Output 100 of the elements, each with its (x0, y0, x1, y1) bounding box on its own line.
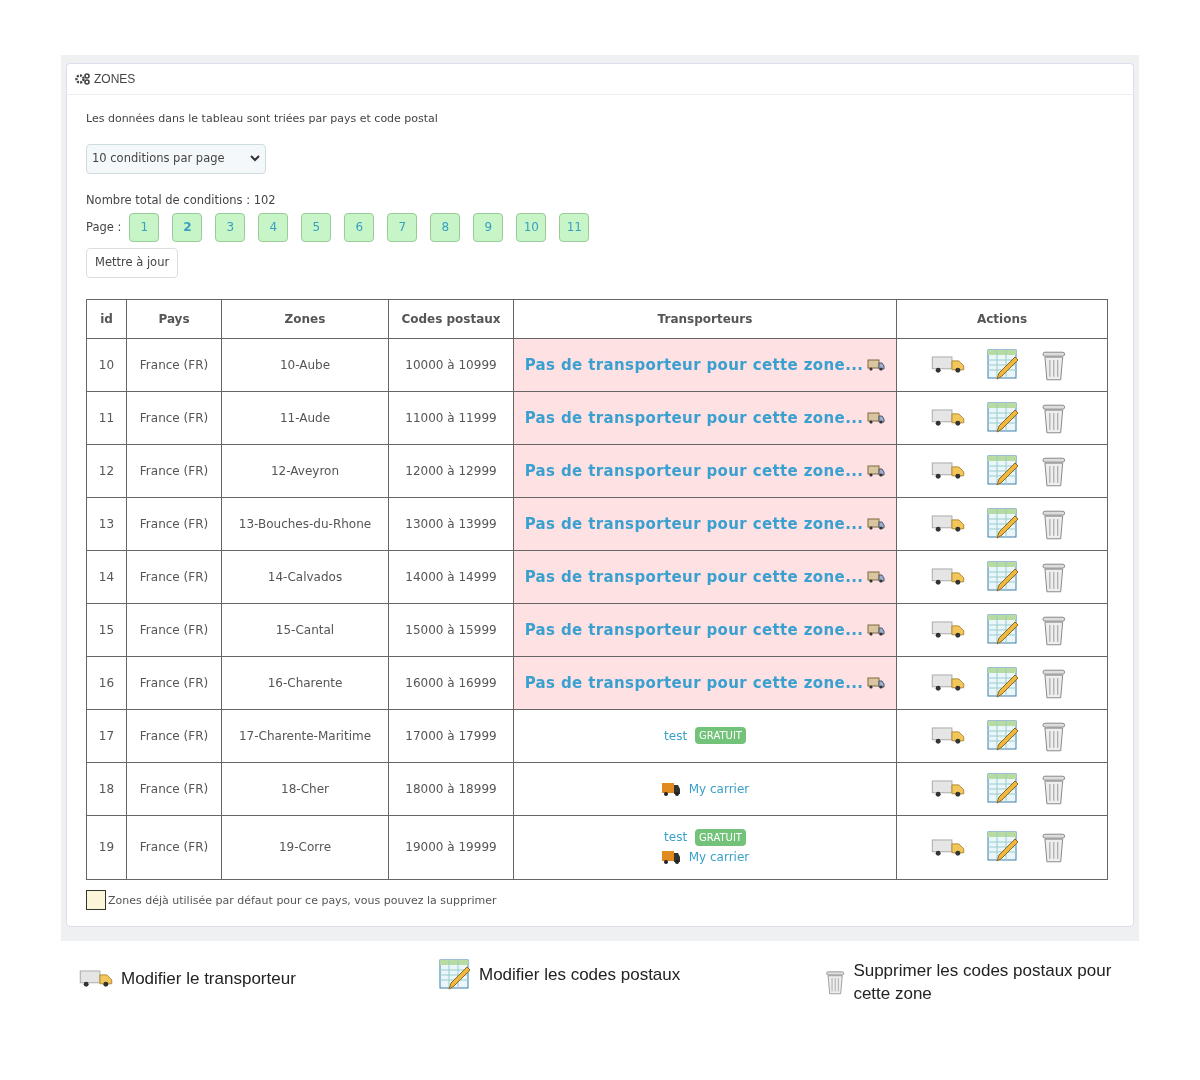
page-button[interactable]: 11 (559, 212, 590, 242)
no-carrier-link[interactable]: Pas de transporteur pour cette zone... (524, 565, 864, 588)
update-button[interactable]: Mettre à jour (86, 247, 179, 278)
table-cell: 10 (86, 338, 127, 392)
table-cell: 16 (86, 656, 127, 710)
column-header: Pays (126, 299, 222, 339)
page-button[interactable]: 8 (430, 212, 461, 242)
no-carrier-link[interactable]: Pas de transporteur pour cette zone... (524, 406, 864, 429)
table-cell: 15-Cantal (221, 603, 389, 657)
table-cell: 15 (86, 603, 127, 657)
table-cell: 10000 à 10999 (388, 338, 514, 392)
table-cell: France (FR) (126, 762, 222, 816)
column-header: Zones (221, 299, 389, 339)
carrier-link[interactable]: test (664, 726, 688, 745)
table-cell: 11 (86, 391, 127, 445)
legend-text: Modifier les codes postaux (479, 964, 681, 987)
trash-icon (1041, 831, 1067, 864)
table-cell: France (FR) (126, 656, 222, 710)
page-button[interactable]: 6 (344, 212, 375, 242)
truck-icon (931, 779, 966, 799)
page-button[interactable]: 3 (215, 212, 246, 242)
table-cell: 19 (86, 815, 127, 880)
page-button[interactable]: 7 (387, 212, 418, 242)
spreadsheet-pencil-icon (987, 772, 1020, 805)
gears-icon (75, 73, 90, 85)
page-label: Page : (86, 218, 122, 236)
table-cell: 11-Aude (221, 391, 389, 445)
truck-icon (931, 408, 966, 428)
truck-icon (660, 780, 681, 797)
spreadsheet-pencil-icon (987, 831, 1020, 864)
truck-icon (867, 517, 886, 530)
truck-icon (867, 464, 886, 477)
table-cell: 11000 à 11999 (388, 391, 514, 445)
carrier-link[interactable]: My carrier (688, 848, 750, 867)
no-carrier-link[interactable]: Pas de transporteur pour cette zone... (524, 618, 864, 641)
free-badge: GRATUIT (695, 727, 746, 745)
table-cell: France (FR) (126, 391, 222, 445)
spreadsheet-pencil-icon (987, 348, 1020, 381)
table-cell: 17000 à 17999 (388, 709, 514, 763)
table-cell: 10-Aube (221, 338, 389, 392)
page-button[interactable]: 9 (473, 212, 504, 242)
spreadsheet-pencil-icon (987, 507, 1020, 540)
truck-icon (867, 570, 886, 583)
table-cell: 19000 à 19999 (388, 815, 514, 880)
no-carrier-link[interactable]: Pas de transporteur pour cette zone... (524, 671, 864, 694)
truck-icon (931, 673, 966, 693)
spreadsheet-pencil-icon (987, 560, 1020, 593)
per-page-select[interactable]: 10 conditions par page (86, 143, 266, 174)
carrier-link[interactable]: My carrier (688, 779, 750, 798)
chevron-down-icon (250, 155, 260, 162)
panel-title: ZONES (94, 71, 136, 88)
no-carrier-link[interactable]: Pas de transporteur pour cette zone... (524, 512, 864, 535)
legend-note: Zones déjà utilisée par défaut pour ce pays, vous pouvez la supprimer (108, 893, 497, 910)
no-carrier-link[interactable]: Pas de transporteur pour cette zone... (524, 459, 864, 482)
table-cell: 18 (86, 762, 127, 816)
truck-icon (931, 514, 966, 534)
spreadsheet-pencil-icon (987, 401, 1020, 434)
carrier-link[interactable]: test (664, 828, 688, 847)
spreadsheet-pencil-icon (987, 666, 1020, 699)
table-cell: 15000 à 15999 (388, 603, 514, 657)
page-button[interactable]: 1 (129, 212, 160, 242)
truck-icon (931, 726, 966, 746)
legend-text: Modifier le transporteur (121, 967, 296, 990)
total-text: Nombre total de conditions : 102 (86, 191, 277, 209)
column-header: Transporteurs (513, 299, 897, 339)
column-header: Codes postaux (388, 299, 514, 339)
truck-icon (867, 676, 886, 689)
truck-icon (931, 567, 966, 587)
spreadsheet-pencil-icon (439, 958, 471, 991)
table-cell: 18-Cher (221, 762, 389, 816)
table-cell: 14-Calvados (221, 550, 389, 604)
spreadsheet-pencil-icon (987, 719, 1020, 752)
page-button[interactable]: 4 (258, 212, 289, 242)
page-button[interactable]: 5 (301, 212, 332, 242)
table-cell: 16000 à 16999 (388, 656, 514, 710)
table-cell: 14 (86, 550, 127, 604)
table-cell: 17-Charente-Maritime (221, 709, 389, 763)
page-button[interactable]: 2 (172, 212, 203, 242)
table-cell: 12000 à 12999 (388, 444, 514, 498)
truck-icon (931, 837, 966, 857)
table-cell: France (FR) (126, 709, 222, 763)
truck-icon (867, 623, 886, 636)
spreadsheet-pencil-icon (987, 613, 1020, 646)
table-cell: 13 (86, 497, 127, 551)
table-cell: 18000 à 18999 (388, 762, 514, 816)
truck-icon (931, 355, 966, 375)
column-header: id (86, 299, 127, 339)
legend-text: Supprimer les codes postaux pour cette zone (853, 959, 1113, 1005)
column-header: Actions (896, 299, 1108, 339)
table-cell: France (FR) (126, 550, 222, 604)
table-cell: 12 (86, 444, 127, 498)
default-zone-swatch (86, 889, 106, 910)
spreadsheet-pencil-icon (987, 454, 1020, 487)
table-cell: 13-Bouches-du-Rhone (221, 497, 389, 551)
no-carrier-link[interactable]: Pas de transporteur pour cette zone... (524, 353, 864, 376)
table-cell: 12-Aveyron (221, 444, 389, 498)
page-button[interactable]: 10 (516, 212, 547, 242)
table-cell: France (FR) (126, 603, 222, 657)
truck-icon (867, 411, 886, 424)
table-cell: 16-Charente (221, 656, 389, 710)
